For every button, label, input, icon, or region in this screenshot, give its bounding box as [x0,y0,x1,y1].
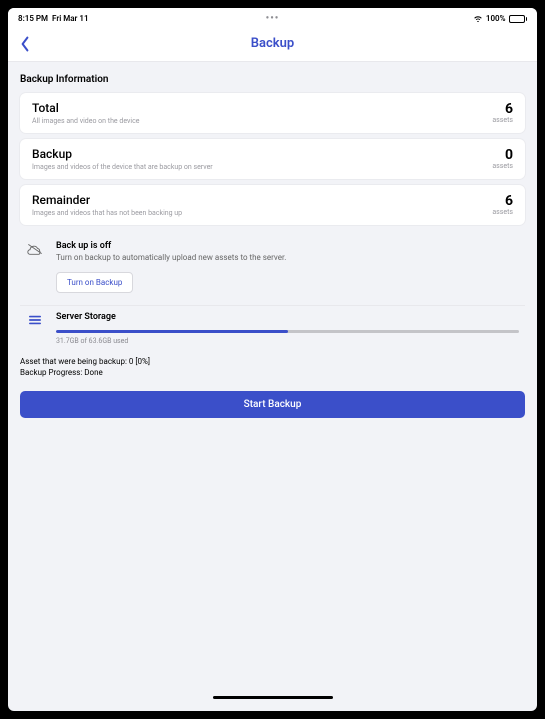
card-remainder-sub: Images and videos that has not been back… [32,209,492,217]
server-storage-icon [26,314,44,326]
card-backup-sub: Images and videos of the device that are… [32,163,492,171]
back-button[interactable] [18,36,32,52]
card-remainder-unit: assets [492,208,513,216]
storage-progress-fill [56,330,288,333]
battery-percent: 100% [486,14,506,23]
notice-title: Back up is off [56,241,519,251]
storage-label: 31.7GB of 63.6GB used [56,337,519,345]
card-backup: Backup Images and videos of the device t… [20,139,525,179]
backup-progress-info: Backup Progress: Done [20,368,525,377]
status-bar: 8:15 PM Fri Mar 11 ••• 100% [8,8,537,26]
status-date: Fri Mar 11 [52,14,89,23]
asset-backup-info: Asset that were being backup: 0 [0%] [20,357,525,366]
card-backup-count: 0 [492,148,513,162]
card-total-count: 6 [492,102,513,116]
card-total-heading: Total [32,101,492,115]
card-remainder-count: 6 [492,194,513,208]
start-backup-button[interactable]: Start Backup [20,391,525,418]
backup-off-notice: Back up is off Turn on backup to automat… [20,231,525,305]
card-remainder-heading: Remainder [32,193,492,207]
turn-on-backup-button[interactable]: Turn on Backup [56,272,133,293]
card-total-unit: assets [492,116,513,124]
section-title: Backup Information [20,74,525,85]
home-indicator[interactable] [213,696,333,699]
status-time: 8:15 PM [18,14,48,23]
multitask-dots-icon: ••• [266,13,280,24]
nav-bar: Backup [8,26,537,62]
storage-title: Server Storage [56,312,519,322]
card-backup-heading: Backup [32,147,492,161]
page-title: Backup [251,36,294,51]
battery-icon [509,15,528,23]
card-backup-unit: assets [492,162,513,170]
wifi-icon [473,14,483,24]
cloud-off-icon [26,243,44,255]
card-remainder: Remainder Images and videos that has not… [20,185,525,225]
storage-section: Server Storage 31.7GB of 63.6GB used [20,305,525,355]
card-total-sub: All images and video on the device [32,117,492,125]
card-total: Total All images and video on the device… [20,93,525,133]
storage-progress [56,330,519,333]
notice-text: Turn on backup to automatically upload n… [56,253,519,262]
